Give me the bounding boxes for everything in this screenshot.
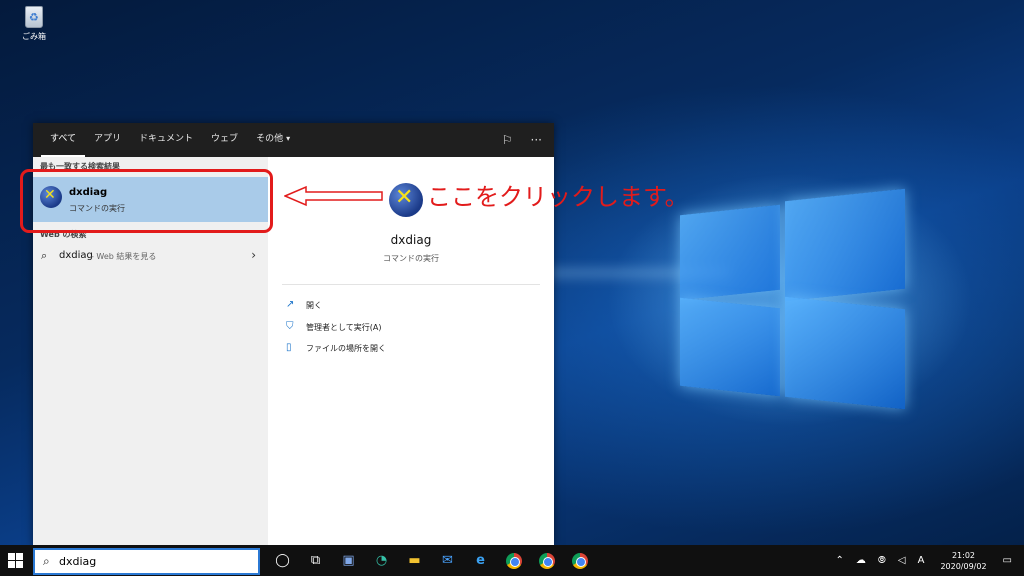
volume-icon[interactable]: ◁ — [892, 555, 912, 566]
annotation-callout-text: ここをクリックします。 — [427, 183, 689, 211]
taskbar: ⌕ dxdiag ◯ ⧉ ▣ ◔ ▬ ✉ e ⌃ ☁ ⦾ ◁ A 21:02 2… — [0, 545, 1024, 576]
detail-subtitle: コマンドの実行 — [383, 254, 439, 263]
tab-more-label: その他 — [256, 134, 284, 144]
web-query: dxdiag — [59, 250, 93, 261]
dxdiag-callout-icon — [389, 183, 423, 217]
ime-indicator[interactable]: A — [912, 555, 931, 566]
chevron-down-icon: ▾ — [286, 134, 291, 143]
recycle-bin-icon — [25, 6, 43, 28]
file-explorer-icon[interactable]: ▬ — [398, 545, 431, 576]
cloud-icon[interactable]: ☁ — [850, 555, 872, 566]
clock-date: 2020/09/02 — [940, 561, 987, 571]
chrome-icon[interactable] — [563, 545, 596, 576]
system-tray: ⌃ ☁ ⦾ ◁ A 21:02 2020/09/02 ▭ — [830, 545, 1024, 576]
tab-documents[interactable]: ドキュメント — [130, 123, 202, 157]
taskbar-search-input[interactable]: dxdiag — [59, 555, 96, 568]
action-open[interactable]: ↗ 開く — [286, 296, 322, 314]
chevron-up-icon[interactable]: ⌃ — [830, 555, 850, 566]
dxdiag-taskbar-icon[interactable]: ▣ — [332, 545, 365, 576]
recycle-bin-label: ごみ箱 — [22, 32, 46, 41]
network-icon[interactable]: ⦾ — [872, 555, 892, 566]
taskbar-search-box[interactable]: ⌕ dxdiag — [33, 548, 260, 575]
web-hint: - Web 結果を見る — [91, 252, 157, 261]
clock[interactable]: 21:02 2020/09/02 — [930, 550, 996, 572]
recycle-bin-shortcut[interactable]: ごみ箱 — [14, 6, 54, 42]
search-icon: ⌕ — [41, 249, 48, 262]
action-open-file-location-label: ファイルの場所を開く — [306, 343, 386, 353]
search-icon: ⌕ — [43, 554, 50, 568]
tab-all[interactable]: すべて — [41, 123, 86, 157]
feedback-icon[interactable]: ⚐ — [502, 133, 513, 147]
annotation-arrow-icon — [284, 185, 383, 207]
cortana-icon[interactable]: ◯ — [266, 545, 299, 576]
tab-web[interactable]: ウェブ — [202, 123, 247, 157]
task-view-icon[interactable]: ⧉ — [299, 545, 332, 576]
search-filter-bar: すべて アプリ ドキュメント ウェブ その他 ▾ ⚐ ··· — [33, 123, 554, 157]
clock-time: 21:02 — [951, 550, 976, 560]
open-file-location-icon: ▯ — [286, 342, 292, 353]
action-open-file-location[interactable]: ▯ ファイルの場所を開く — [286, 339, 386, 357]
annotation-highlight-box — [20, 169, 273, 233]
action-open-label: 開く — [306, 300, 322, 310]
web-search-result[interactable]: ⌕ dxdiag - Web 結果を見る › — [33, 245, 268, 267]
chevron-right-icon[interactable]: › — [251, 248, 256, 262]
internet-explorer-icon[interactable]: e — [464, 545, 497, 576]
mail-icon[interactable]: ✉ — [431, 545, 464, 576]
start-button[interactable] — [8, 553, 23, 568]
windows-logo-graphic — [660, 185, 920, 435]
more-options-icon[interactable]: ··· — [531, 133, 542, 147]
tab-apps[interactable]: アプリ — [85, 123, 130, 157]
action-run-as-admin[interactable]: ⛉ 管理者として実行(A) — [286, 318, 381, 336]
edge-icon[interactable]: ◔ — [365, 545, 398, 576]
notification-icon[interactable]: ▭ — [997, 555, 1024, 566]
action-run-as-admin-label: 管理者として実行(A) — [306, 322, 382, 332]
open-icon: ↗ — [286, 299, 295, 310]
divider — [282, 284, 540, 285]
chrome-icon[interactable] — [497, 545, 530, 576]
tab-more[interactable]: その他 ▾ — [247, 123, 299, 157]
callout-icon-box — [386, 178, 426, 222]
detail-title: dxdiag — [390, 233, 432, 247]
chrome-icon[interactable] — [530, 545, 563, 576]
run-as-admin-icon: ⛉ — [286, 321, 294, 332]
